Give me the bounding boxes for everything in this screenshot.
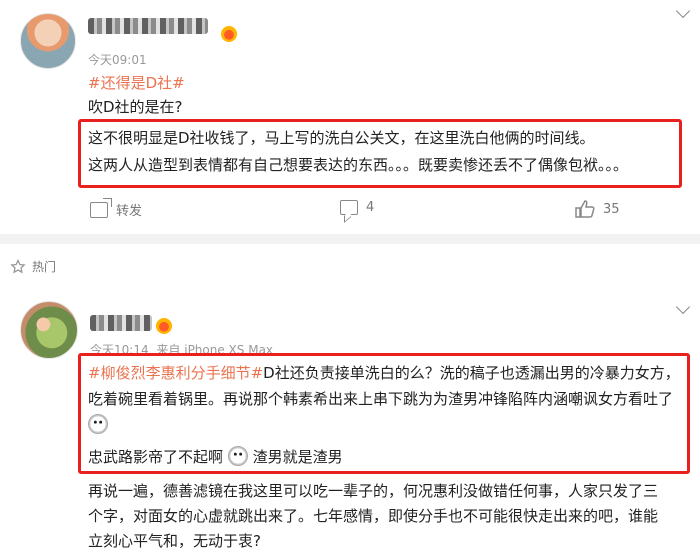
topic-link[interactable]: #柳俊烈李惠利分手细节# — [88, 364, 263, 382]
vip-badge-icon — [221, 26, 237, 42]
emoji-icon — [88, 414, 108, 434]
hot-section-label: 热门 — [10, 258, 56, 275]
username-blurred[interactable] — [88, 18, 208, 34]
post-text-line: 个字，对面女的心虚就跳出来了。七年感情，即使分手也不可能很快走出来的吧，谁能 — [88, 507, 659, 525]
post-text-line: 立刻心平气和，无动于衷? — [88, 532, 261, 550]
post-text-line: 忠武路影帝了不起啊 渣男就是渣男 — [88, 444, 343, 470]
comment-button[interactable]: 4 — [340, 200, 374, 215]
share-button[interactable]: 转发 — [90, 197, 143, 219]
share-label: 转发 — [116, 204, 143, 219]
chevron-down-icon[interactable] — [675, 3, 691, 19]
post-text-line: 这不很明显是D社收钱了，马上写的洗白公关文，在这里洗白他俩的时间线。 — [88, 129, 595, 147]
thumbs-up-icon — [575, 200, 595, 218]
hot-label-text: 热门 — [32, 260, 57, 274]
post-text-boxed: #柳俊烈李惠利分手细节#D社还负责接单洗白的么？洗的稿子也透漏出男的冷暴力女方，… — [88, 360, 686, 438]
post-text-line: 吹D社的是在? — [88, 98, 183, 116]
like-count: 35 — [603, 201, 620, 217]
post-text-line: 这两人从造型到表情都有自己想要表达的东西。。。既要卖惨还丢不了偶像包袱。。。 — [88, 156, 629, 174]
avatar[interactable] — [20, 301, 78, 359]
emoji-icon — [227, 446, 248, 466]
post-text: 忠武路影帝了不起啊 — [88, 448, 224, 466]
topic-link[interactable]: #还得是D社# — [88, 72, 185, 93]
like-button[interactable]: 35 — [575, 200, 620, 218]
vip-badge-icon — [156, 318, 172, 334]
comment-icon — [340, 200, 358, 215]
share-icon — [90, 197, 112, 218]
username-blurred[interactable] — [90, 315, 152, 331]
post-time: 今天09:01 — [88, 53, 147, 67]
section-divider — [0, 234, 700, 244]
chevron-down-icon[interactable] — [675, 299, 691, 315]
comment-count: 4 — [366, 200, 375, 215]
post-text-line: 再说一遍，德善滤镜在我这里可以吃一辈子的，何况惠利没做错任何事，人家只发了三 — [88, 482, 659, 500]
star-icon — [10, 258, 26, 273]
avatar[interactable] — [20, 13, 76, 69]
post-text: 渣男就是渣男 — [252, 448, 343, 466]
